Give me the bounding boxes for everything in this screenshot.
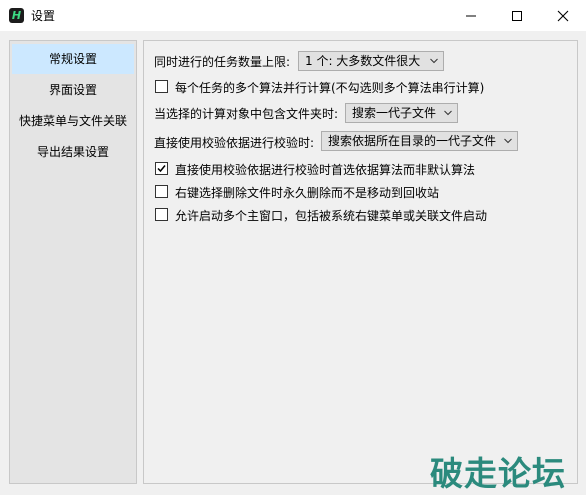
folder-target-select[interactable]: 搜索一代子文件 bbox=[345, 103, 458, 123]
sidebar-item-interface[interactable]: 界面设置 bbox=[12, 75, 134, 105]
max-tasks-select[interactable]: 1 个: 大多数文件很大 bbox=[298, 51, 444, 71]
checkmark-icon bbox=[157, 165, 166, 173]
chevron-down-icon bbox=[444, 110, 452, 116]
verify-source-select[interactable]: 搜索依据所在目录的一代子文件 bbox=[321, 131, 518, 151]
settings-sidebar: 常规设置 界面设置 快捷菜单与文件关联 导出结果设置 bbox=[9, 40, 137, 484]
sidebar-item-general[interactable]: 常规设置 bbox=[12, 44, 134, 74]
watermark-text: 破走论坛 bbox=[430, 454, 566, 493]
folder-target-value: 搜索一代子文件 bbox=[352, 106, 437, 120]
folder-target-label: 当选择的计算对象中包含文件夹时: bbox=[154, 107, 339, 121]
verify-source-value: 搜索依据所在目录的一代子文件 bbox=[328, 134, 497, 148]
maximize-button[interactable] bbox=[494, 0, 540, 31]
verify-source-label: 直接使用校验依据进行校验时: bbox=[154, 136, 315, 150]
sidebar-item-export[interactable]: 导出结果设置 bbox=[12, 137, 134, 167]
close-icon bbox=[557, 10, 569, 22]
title-bar[interactable]: H 设置 bbox=[0, 0, 586, 31]
chevron-down-icon bbox=[430, 58, 438, 64]
chevron-down-icon bbox=[504, 138, 512, 144]
close-button[interactable] bbox=[540, 0, 586, 31]
parallel-algorithms-checkbox[interactable] bbox=[155, 80, 168, 93]
minimize-button[interactable] bbox=[448, 0, 494, 31]
multi-window-label: 允许启动多个主窗口，包括被系统右键菜单或关联文件启动 bbox=[175, 209, 488, 223]
prefer-algorithm-label: 直接使用校验依据进行校验时首选依据算法而非默认算法 bbox=[175, 163, 476, 177]
window-title: 设置 bbox=[31, 9, 56, 23]
prefer-algorithm-checkbox[interactable] bbox=[155, 162, 168, 175]
maximize-icon bbox=[512, 11, 522, 21]
max-tasks-value: 1 个: 大多数文件很大 bbox=[305, 54, 421, 68]
max-tasks-label: 同时进行的任务数量上限: bbox=[154, 55, 291, 69]
multi-window-checkbox[interactable] bbox=[155, 208, 168, 221]
app-logo-icon: H bbox=[9, 8, 24, 23]
minimize-icon bbox=[466, 15, 476, 17]
permanent-delete-label: 右键选择删除文件时永久删除而不是移动到回收站 bbox=[175, 186, 440, 200]
permanent-delete-checkbox[interactable] bbox=[155, 185, 168, 198]
parallel-algorithms-label: 每个任务的多个算法并行计算(不勾选则多个算法串行计算) bbox=[175, 81, 485, 95]
sidebar-item-shortcut-menu[interactable]: 快捷菜单与文件关联 bbox=[12, 106, 134, 136]
